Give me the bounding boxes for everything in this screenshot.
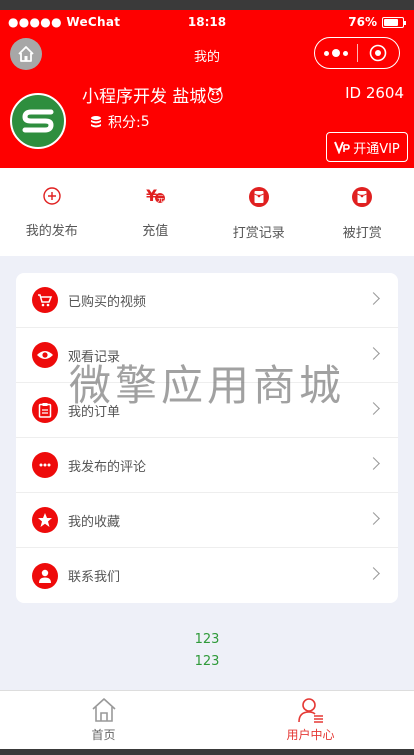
plus-circle-icon bbox=[43, 187, 61, 205]
user-id: ID 2604 bbox=[345, 84, 404, 102]
vip-label: 开通VIP bbox=[353, 141, 400, 157]
quick-action-received-tips[interactable]: 被打赏 bbox=[311, 168, 414, 256]
vip-icon bbox=[334, 141, 351, 154]
quick-action-my-posts[interactable]: 我的发布 bbox=[0, 168, 104, 256]
menu-item-label: 我的收藏 bbox=[68, 514, 121, 530]
battery-percent: 76% bbox=[348, 15, 377, 29]
open-vip-button[interactable]: 开通VIP bbox=[326, 132, 408, 162]
chevron-right-icon bbox=[367, 402, 380, 415]
tab-label: 首页 bbox=[91, 728, 116, 742]
menu-item-label: 联系我们 bbox=[68, 570, 121, 585]
star-icon bbox=[32, 507, 58, 533]
tab-label: 用户中心 bbox=[286, 728, 335, 742]
miniprogram-capsule bbox=[314, 37, 400, 69]
points-row: 积分: 5 bbox=[90, 112, 150, 132]
status-bar: ●●●●● WeChat 18:18 76% bbox=[0, 10, 414, 34]
svg-text:¥: ¥ bbox=[146, 186, 157, 205]
svg-text:元: 元 bbox=[158, 195, 165, 203]
menu-item-my-comments[interactable]: 我发布的评论 bbox=[16, 438, 398, 493]
tab-bar: 首页 用户中心 bbox=[0, 690, 414, 749]
chevron-right-icon bbox=[367, 292, 380, 305]
user-center-icon bbox=[297, 698, 323, 723]
red-envelope-icon bbox=[352, 187, 373, 207]
footer-text-2: 123 bbox=[194, 654, 220, 669]
yen-icon: ¥ 元 bbox=[146, 186, 166, 205]
bottom-bezel bbox=[0, 749, 414, 755]
quick-action-label: 被打赏 bbox=[342, 226, 382, 241]
menu-item-label: 已购买的视频 bbox=[68, 294, 147, 310]
chevron-right-icon bbox=[367, 512, 380, 525]
more-menu-button[interactable] bbox=[315, 49, 357, 57]
avatar[interactable] bbox=[10, 93, 66, 149]
quick-action-tip-records[interactable]: 打赏记录 bbox=[207, 168, 311, 256]
quick-action-label: 充值 bbox=[142, 224, 169, 239]
quick-actions: 我的发布 ¥ 元 充值 打赏记录 被打赏 bbox=[0, 168, 414, 256]
logo-icon bbox=[22, 109, 54, 133]
clipboard-icon bbox=[32, 397, 58, 423]
username: 小程序开发 盐城😈 bbox=[82, 87, 225, 107]
red-envelope-icon bbox=[248, 187, 269, 207]
home-icon bbox=[91, 698, 116, 722]
menu-item-label: 我的订单 bbox=[68, 404, 121, 420]
coins-icon bbox=[91, 116, 101, 128]
chevron-right-icon bbox=[367, 347, 380, 360]
battery-icon bbox=[382, 16, 406, 28]
menu-item-favorites[interactable]: 我的收藏 bbox=[16, 493, 398, 548]
menu-item-my-orders[interactable]: 我的订单 bbox=[16, 383, 398, 438]
quick-action-label: 我的发布 bbox=[25, 224, 78, 239]
menu-item-label: 观看记录 bbox=[68, 349, 121, 365]
target-circle-icon bbox=[369, 44, 387, 62]
chevron-right-icon bbox=[367, 567, 380, 580]
menu-item-contact-us[interactable]: 联系我们 bbox=[16, 548, 398, 603]
chevron-right-icon bbox=[367, 457, 380, 470]
menu-card: 已购买的视频 观看记录 我的订单 我发布的评论 我的收藏 联系我们 bbox=[16, 273, 398, 603]
close-miniprogram-button[interactable] bbox=[357, 44, 399, 62]
tab-home[interactable]: 首页 bbox=[0, 691, 207, 749]
menu-item-label: 我发布的评论 bbox=[68, 459, 147, 475]
eye-icon bbox=[32, 342, 58, 368]
points-label: 积分: bbox=[108, 115, 141, 131]
quick-action-label: 打赏记录 bbox=[232, 226, 285, 241]
tab-user-center[interactable]: 用户中心 bbox=[207, 691, 414, 749]
user-icon bbox=[32, 562, 58, 589]
menu-item-watch-history[interactable]: 观看记录 bbox=[16, 328, 398, 383]
quick-action-recharge[interactable]: ¥ 元 充值 bbox=[104, 168, 208, 256]
points-value: 5 bbox=[140, 114, 150, 130]
menu-item-purchased-videos[interactable]: 已购买的视频 bbox=[16, 273, 398, 328]
footer-text-1: 123 bbox=[194, 632, 220, 647]
profile-header: ●●●●● WeChat 18:18 76% 我的 小程序开发 盐城😈 积分: … bbox=[0, 10, 414, 168]
comment-icon bbox=[32, 452, 58, 478]
cart-icon bbox=[32, 287, 58, 313]
